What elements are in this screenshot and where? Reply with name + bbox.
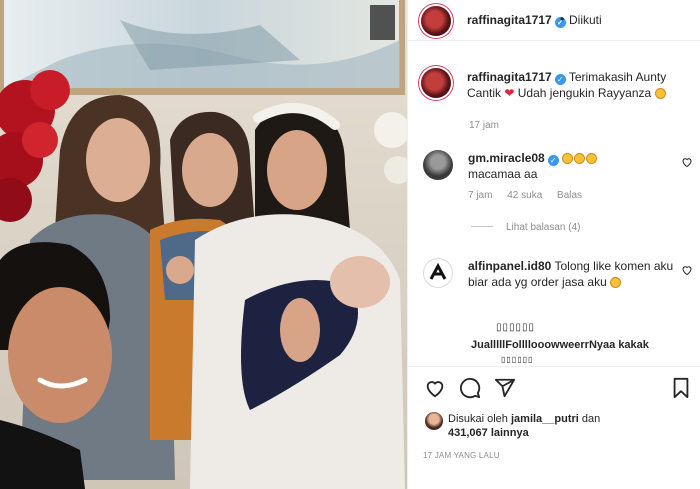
follow-status-button[interactable]: Diikuti (569, 13, 602, 27)
likes-count[interactable]: 431,067 (448, 427, 488, 439)
post-time-ago[interactable]: 17 JAM YANG LALU (423, 451, 500, 460)
caption-username[interactable]: raffinagita1717 (467, 70, 552, 84)
likes-suffix[interactable]: lainnya (491, 427, 529, 439)
spam-line-3: ▯▯▯▯▯▯ (501, 355, 534, 364)
verified-icon: ✓ (554, 74, 566, 85)
comment-meta: 7 jam 42 suka Balas (468, 190, 594, 201)
replies-divider (471, 226, 493, 227)
caption-text: raffinagita1717 ✓ Terimakasih Aunty Canti… (467, 69, 692, 101)
comment-username[interactable]: gm.miracle08 (468, 151, 545, 165)
heart-eyes-emoji-icon (654, 88, 666, 99)
post-header: raffinagita1717 ✓ • Diikuti (408, 0, 700, 41)
heart-eyes-emoji-icon (574, 153, 586, 164)
reply-button[interactable]: Balas (557, 190, 582, 201)
post-photo-illustration (0, 0, 407, 489)
likes-prefix: Disukai oleh (448, 413, 508, 425)
post-photo[interactable] (0, 0, 407, 489)
liker-username[interactable]: jamila__putri (511, 413, 579, 425)
likes-text: Disukai oleh jamila__putri dan 431,067 l… (448, 412, 600, 440)
like-comment-icon[interactable] (681, 156, 693, 168)
heart-icon[interactable] (424, 377, 446, 399)
liker-avatar[interactable] (425, 412, 443, 430)
verified-icon: ✓ (547, 155, 559, 166)
comment-body: macamaa aa (468, 167, 538, 181)
spam-line-1: ▯▯▯▯▯▯ (496, 322, 536, 333)
comment-text: alfinpanel.id80 Tolong like komen aku bi… (468, 258, 678, 290)
view-replies-label[interactable]: Lihat balasan (4) (506, 222, 581, 233)
likes-conjunction: dan (581, 413, 601, 425)
action-bar (408, 366, 700, 407)
header-separator: • (560, 12, 565, 26)
author-username-text[interactable]: raffinagita1717 (467, 13, 552, 27)
comment-avatar[interactable] (423, 150, 453, 180)
red-heart-emoji-icon: ❤ (504, 86, 515, 100)
author-username[interactable]: raffinagita1717 ✓ (467, 13, 566, 28)
post-sidebar: raffinagita1717 ✓ • Diikuti raffinagita17… (407, 0, 700, 489)
caption-avatar[interactable] (421, 68, 451, 98)
comment-icon[interactable] (459, 377, 481, 399)
caption-text-part2: Udah jengukin Rayyanza (517, 86, 652, 100)
spam-line-2: JualllllFollllooowweerrNyaa kakak (471, 339, 649, 351)
share-icon[interactable] (494, 377, 516, 399)
comment-likes[interactable]: 42 suka (507, 190, 542, 201)
author-avatar[interactable] (421, 6, 451, 36)
comment-text: gm.miracle08 ✓ macamaa aa (468, 150, 678, 182)
comment-time[interactable]: 7 jam (468, 190, 492, 201)
bookmark-icon[interactable] (671, 377, 691, 399)
caption-time[interactable]: 17 jam (469, 120, 499, 131)
view-replies-button[interactable]: Lihat balasan (4) (471, 222, 581, 233)
heart-eyes-emoji-icon (562, 153, 574, 164)
heart-eyes-emoji-icon (586, 153, 598, 164)
comment-avatar[interactable] (423, 258, 453, 288)
crying-face-emoji-icon (610, 277, 622, 288)
comment-username[interactable]: alfinpanel.id80 (468, 259, 551, 273)
like-comment-icon[interactable] (681, 264, 693, 276)
alfinpanel-logo-icon (429, 262, 447, 280)
